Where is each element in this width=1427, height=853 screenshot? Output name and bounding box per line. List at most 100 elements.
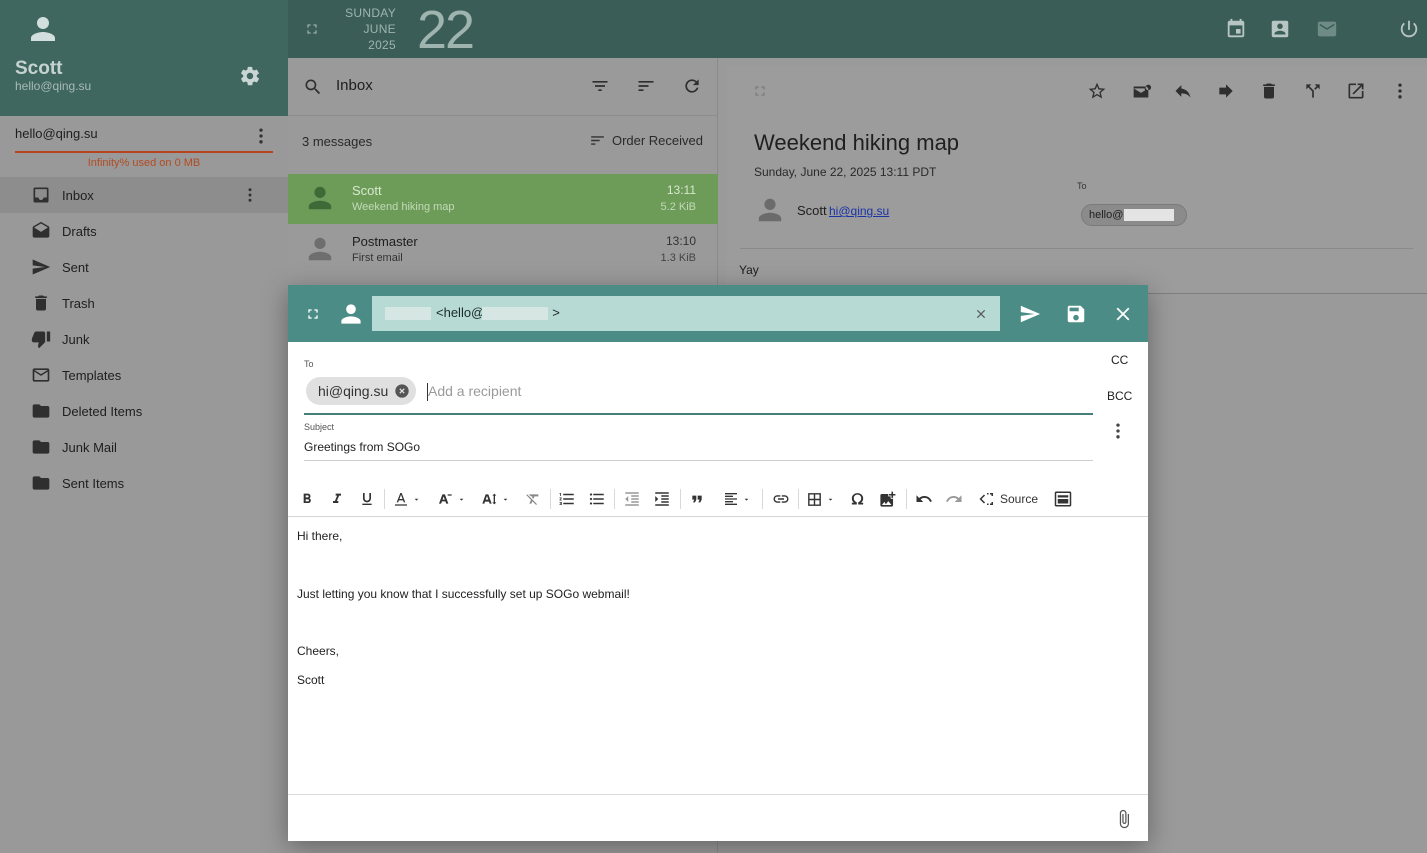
- more-vert-icon[interactable]: [251, 126, 271, 146]
- more-vert-icon[interactable]: [241, 186, 261, 204]
- refresh-icon[interactable]: [682, 76, 702, 96]
- special-char-button[interactable]: [849, 489, 866, 509]
- reply-icon[interactable]: [1173, 81, 1193, 101]
- blockquote-button[interactable]: [689, 489, 705, 509]
- message-sender: Postmaster: [352, 234, 418, 249]
- body-line: Just letting you know that I successfull…: [297, 587, 630, 601]
- from-field[interactable]: <hello@ >: [372, 296, 1000, 331]
- numbered-list-button[interactable]: [558, 489, 576, 509]
- star-icon[interactable]: [1087, 81, 1107, 101]
- font-size-button[interactable]: [436, 489, 466, 509]
- cc-button[interactable]: CC: [1111, 353, 1128, 367]
- top-bar: SUNDAY JUNE 2025 22: [288, 0, 1427, 59]
- contacts-icon[interactable]: [1269, 18, 1291, 40]
- account-row[interactable]: hello@qing.su: [15, 120, 273, 153]
- fullscreen-icon[interactable]: [752, 83, 768, 99]
- font-family-button[interactable]: [480, 489, 510, 509]
- table-button[interactable]: [806, 489, 835, 509]
- message-subject: First email: [352, 252, 403, 264]
- message-body: Yay: [739, 263, 759, 277]
- calendar-icon[interactable]: [1225, 18, 1247, 40]
- power-icon[interactable]: [1398, 18, 1420, 40]
- sidebar-item-deleted-items[interactable]: Deleted Items: [0, 393, 288, 429]
- text-color-button[interactable]: [393, 489, 421, 509]
- recipient-chip[interactable]: hi@qing.su: [306, 377, 417, 405]
- trash-icon: [31, 293, 51, 313]
- close-icon[interactable]: [1112, 303, 1134, 325]
- outdent-button[interactable]: [623, 489, 641, 509]
- sender-email-link[interactable]: hi@qing.su: [829, 204, 889, 218]
- sidebar-item-trash[interactable]: Trash: [0, 285, 288, 321]
- bullet-list-button[interactable]: [588, 489, 606, 509]
- sidebar-item-junk[interactable]: Junk: [0, 321, 288, 357]
- source-button[interactable]: Source: [978, 489, 1038, 509]
- from-address-suffix: >: [552, 305, 560, 320]
- month: JUNE: [363, 22, 396, 36]
- sidebar-item-junk-mail[interactable]: Junk Mail: [0, 429, 288, 465]
- message-count: 3 messages: [302, 134, 373, 149]
- call-split-icon[interactable]: [1303, 81, 1323, 101]
- subject-value: Greetings from SOGo: [304, 440, 421, 454]
- toolbar-separator: [680, 489, 681, 509]
- mail-icon[interactable]: [1316, 18, 1338, 40]
- redo-button[interactable]: [945, 489, 963, 509]
- subject-field[interactable]: Greetings from SOGo: [304, 435, 1093, 461]
- sidebar-item-drafts[interactable]: Drafts: [0, 213, 288, 249]
- weekday: SUNDAY: [345, 6, 396, 20]
- message-row[interactable]: Postmaster First email 13:10 1.3 KiB: [288, 225, 718, 275]
- indent-button[interactable]: [653, 489, 671, 509]
- sort-icon[interactable]: [636, 76, 656, 96]
- bcc-button[interactable]: BCC: [1107, 389, 1132, 403]
- save-icon[interactable]: [1065, 303, 1087, 325]
- more-vert-icon[interactable]: [1108, 421, 1128, 441]
- from-address-prefix: <hello@: [436, 305, 485, 320]
- message-subject: Weekend hiking map: [352, 201, 455, 213]
- message-date: Sunday, June 22, 2025 13:11 PDT: [754, 165, 937, 179]
- attach-icon[interactable]: [1114, 809, 1134, 829]
- sidebar-item-inbox[interactable]: Inbox: [0, 177, 288, 213]
- html-mode-button[interactable]: [1054, 489, 1072, 509]
- gear-icon[interactable]: [239, 65, 261, 87]
- link-button[interactable]: [772, 489, 790, 509]
- filter-icon[interactable]: [590, 76, 610, 96]
- align-button[interactable]: [723, 489, 751, 509]
- recipient-chip[interactable]: hello@: [1081, 204, 1187, 226]
- bold-button[interactable]: [299, 489, 315, 509]
- sidebar-item-sent-items[interactable]: Sent Items: [0, 465, 288, 501]
- date-display: SUNDAY JUNE 2025: [338, 5, 396, 53]
- undo-button[interactable]: [915, 489, 933, 509]
- delete-icon[interactable]: [1259, 81, 1279, 101]
- body-line: Cheers,: [297, 644, 340, 658]
- send-icon[interactable]: [1019, 303, 1041, 325]
- open-new-icon[interactable]: [1346, 81, 1366, 101]
- search-icon[interactable]: [303, 77, 323, 97]
- remove-chip-icon[interactable]: [394, 383, 410, 399]
- sidebar-item-templates[interactable]: Templates: [0, 357, 288, 393]
- user-header: Scott hello@qing.su: [0, 0, 288, 116]
- add-recipient-input[interactable]: Add a recipient: [428, 383, 521, 399]
- sidebar-item-label: Drafts: [62, 223, 97, 239]
- sidebar-item-sent[interactable]: Sent: [0, 249, 288, 285]
- compose-dialog: <hello@ > To hi@qing.su Add a recipient C…: [288, 285, 1148, 841]
- fullscreen-icon[interactable]: [304, 21, 320, 37]
- source-label: Source: [1000, 492, 1039, 506]
- more-vert-icon[interactable]: [1390, 81, 1410, 101]
- order-button[interactable]: Order Received: [589, 132, 703, 149]
- insert-image-button[interactable]: [878, 489, 897, 509]
- toolbar-separator: [550, 489, 551, 509]
- to-label: To: [304, 359, 314, 369]
- mark-unread-icon[interactable]: [1130, 81, 1152, 103]
- italic-button[interactable]: [329, 489, 345, 509]
- message-size: 5.2 KiB: [660, 201, 696, 213]
- message-row[interactable]: Scott Weekend hiking map 13:11 5.2 KiB: [288, 174, 718, 224]
- close-icon[interactable]: [974, 307, 988, 321]
- sidebar-item-label: Inbox: [62, 187, 94, 203]
- toolbar-separator: [798, 489, 799, 509]
- fullscreen-icon[interactable]: [305, 306, 321, 322]
- underline-button[interactable]: [359, 489, 375, 509]
- to-field[interactable]: hi@qing.su Add a recipient: [304, 373, 1093, 415]
- user-name: Scott: [15, 58, 63, 79]
- message-editor[interactable]: Hi there, Just letting you know that I s…: [288, 517, 1148, 795]
- clear-format-button[interactable]: [525, 489, 541, 509]
- forward-icon[interactable]: [1216, 81, 1236, 101]
